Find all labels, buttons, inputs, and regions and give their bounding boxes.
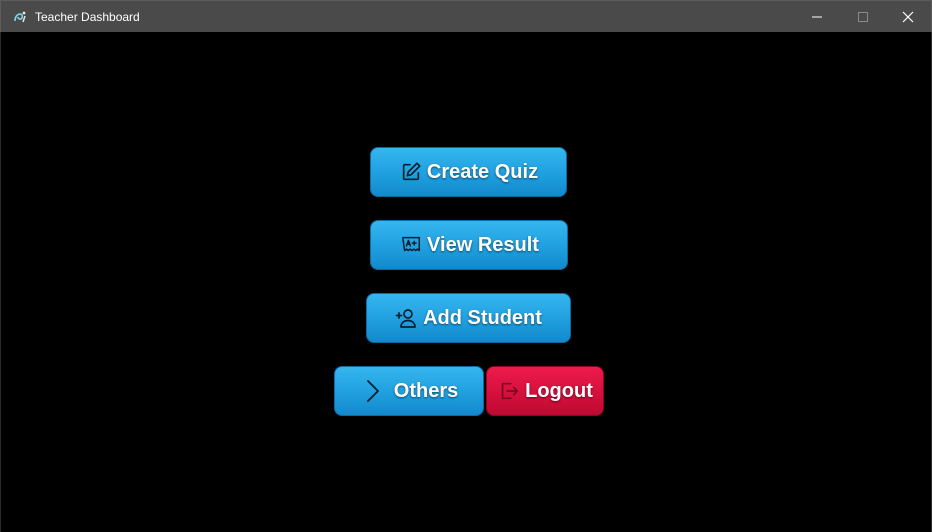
logout-label: Logout — [525, 379, 593, 402]
add-student-button[interactable]: Add Student — [366, 293, 571, 343]
window-title: Teacher Dashboard — [35, 10, 140, 24]
create-quiz-button[interactable]: Create Quiz — [370, 147, 567, 197]
view-result-label: View Result — [427, 233, 539, 256]
add-user-icon — [395, 306, 419, 330]
title-bar[interactable]: Teacher Dashboard — [0, 0, 932, 32]
others-label: Others — [393, 379, 459, 402]
add-student-label: Add Student — [423, 306, 542, 329]
minimize-button[interactable] — [794, 1, 840, 32]
logout-button[interactable]: Logout — [486, 366, 604, 416]
others-button[interactable]: Others — [334, 366, 484, 416]
app-window: Teacher Dashboard Create Quiz View Resul… — [0, 0, 932, 532]
logout-icon — [497, 379, 521, 403]
minimize-icon — [812, 16, 822, 17]
dashboard-content: Create Quiz View Result Add Student Othe… — [0, 32, 932, 532]
app-logo-icon — [12, 9, 28, 25]
edit-icon — [399, 160, 423, 184]
maximize-icon — [858, 11, 868, 22]
create-quiz-label: Create Quiz — [426, 160, 539, 183]
view-result-button[interactable]: View Result — [370, 220, 568, 270]
close-button[interactable] — [885, 1, 931, 32]
maximize-button[interactable] — [840, 1, 886, 32]
grade-a-plus-icon — [399, 233, 423, 257]
close-icon — [902, 11, 914, 22]
chevron-right-icon — [360, 379, 384, 403]
